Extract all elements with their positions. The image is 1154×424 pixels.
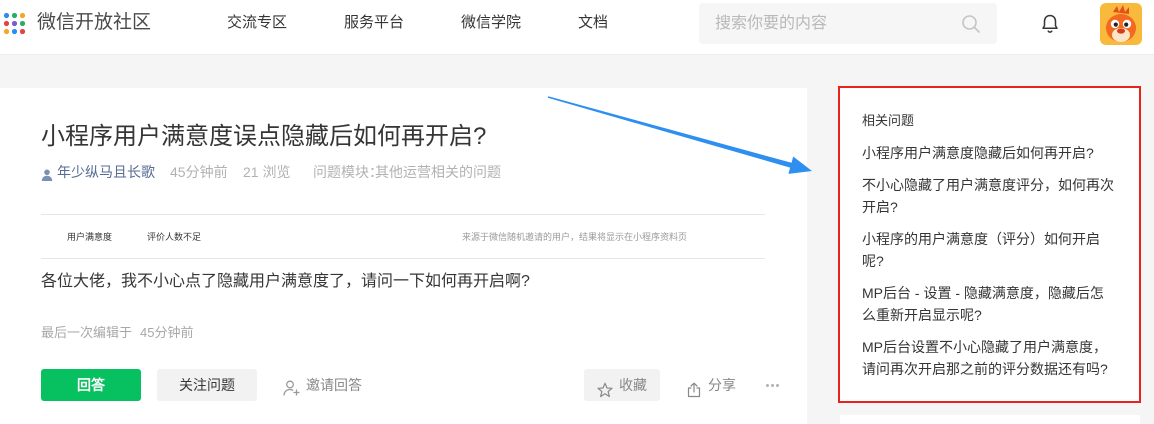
module-link[interactable]: 其他运营相关的问题 [375,162,501,182]
question-body: 各位大佬，我不小心点了隐藏用户满意度了，请问一下如何再开启啊? [41,273,530,290]
last-edited: 最后一次编辑于 45分钟前 [41,323,193,343]
sidebar-next-card [840,415,1140,424]
search-input[interactable] [699,3,957,44]
last-edited-time: 45分钟前 [140,325,194,340]
more-dot [770,383,774,387]
nav-item-academy[interactable]: 微信学院 [461,12,521,34]
image-rating-value: 评价人数不足 [147,232,202,242]
user-icon [41,166,53,181]
top-header: 微信开放社区 交流专区 服务平台 微信学院 文档 [0,0,1154,55]
favorite-label: 收藏 [619,377,647,393]
question-screenshot-image[interactable]: 用户满意度 评价人数不足 来源于微信随机邀请的用户，结果将显示在小程序资料页 [41,214,765,259]
nav-item-exchange[interactable]: 交流专区 [227,12,287,34]
image-rating-label: 用户满意度 [67,232,113,242]
annotation-highlight-box [838,86,1141,403]
search-icon[interactable] [961,14,981,34]
share-label: 分享 [708,377,736,393]
brand-name[interactable]: 微信开放社区 [37,10,151,36]
image-rating-note: 来源于微信随机邀请的用户，结果将显示在小程序资料页 [462,232,688,242]
nav-item-docs[interactable]: 文档 [578,12,608,34]
module-label: 问题模块： [313,164,383,180]
follow-question-button[interactable]: 关注问题 [157,369,257,401]
share-button[interactable]: 分享 [686,369,740,401]
more-dot [765,383,769,387]
posted-time: 45分钟前 [170,164,228,180]
last-edited-label: 最后一次编辑于 [41,325,133,340]
author-link[interactable]: 年少纵马且长歌 [57,162,155,182]
brand-logo-icon[interactable] [3,12,26,35]
main-nav: 交流专区 服务平台 微信学院 文档 [227,12,608,34]
search-box [699,3,997,44]
view-count: 21 浏览 [243,164,291,180]
nav-item-services[interactable]: 服务平台 [344,12,404,34]
avatar[interactable] [1100,3,1142,45]
bell-icon[interactable] [1040,13,1060,34]
question-meta: 年少纵马且长歌 45分钟前 21 浏览 问题模块： 其他运营相关的问题 [0,162,807,182]
question-title: 小程序用户满意度误点隐藏后如何再开启? [41,123,487,150]
answer-button[interactable]: 回答 [41,369,141,401]
share-icon [686,377,702,398]
invite-answer-label: 邀请回答 [306,377,362,393]
add-user-icon [283,376,301,396]
star-icon [597,377,613,398]
more-dot [775,383,779,387]
invite-answer-button[interactable]: 邀请回答 [283,369,365,401]
question-card: 小程序用户满意度误点隐藏后如何再开启? 年少纵马且长歌 45分钟前 21 浏览 … [0,88,807,424]
more-icon[interactable] [763,369,781,401]
favorite-button[interactable]: 收藏 [584,369,660,401]
